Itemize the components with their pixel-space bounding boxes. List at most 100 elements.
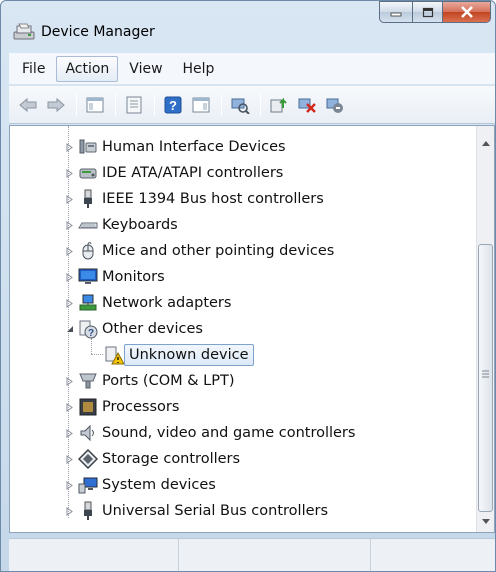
help-button[interactable]: ? bbox=[160, 92, 186, 118]
scrollbar-thumb[interactable] bbox=[478, 244, 493, 512]
tree-item-label: Storage controllers bbox=[102, 451, 241, 467]
device-tree: Human Interface Devices IDE ATA/ATAPI co… bbox=[10, 126, 476, 532]
tree-item-other-devices[interactable]: ? Other devices bbox=[10, 316, 476, 342]
forward-icon bbox=[47, 97, 65, 112]
device-tree-pane: Human Interface Devices IDE ATA/ATAPI co… bbox=[9, 125, 495, 533]
hid-icon bbox=[78, 137, 98, 157]
vertical-scrollbar[interactable] bbox=[476, 126, 494, 532]
tree-item-monitors[interactable]: Monitors bbox=[10, 264, 476, 290]
toolbar-separator bbox=[76, 93, 77, 116]
tree-item-label: Sound, video and game controllers bbox=[102, 425, 356, 441]
uninstall-button[interactable] bbox=[294, 92, 320, 118]
device-manager-window: Device Manager File Action View Help ? H… bbox=[0, 0, 496, 572]
grip-icon bbox=[482, 370, 489, 378]
menu-file[interactable]: File bbox=[13, 56, 54, 82]
close-icon bbox=[460, 6, 473, 18]
toolbar: ? bbox=[9, 86, 495, 124]
maximize-button[interactable] bbox=[413, 1, 443, 23]
title-bar[interactable]: Device Manager bbox=[1, 1, 495, 47]
expand-arrow-icon[interactable] bbox=[65, 194, 75, 204]
show-hide-console-tree-button[interactable] bbox=[82, 92, 108, 118]
status-panel bbox=[179, 539, 371, 571]
expand-arrow-icon[interactable] bbox=[65, 272, 75, 282]
tree-item-ide-ata-atapi-controllers[interactable]: IDE ATA/ATAPI controllers bbox=[10, 160, 476, 186]
back-button[interactable] bbox=[15, 92, 41, 118]
properties-button[interactable] bbox=[121, 92, 147, 118]
tree-item-label: Monitors bbox=[102, 269, 165, 285]
tree-item-unknown-device[interactable]: Unknown device bbox=[10, 342, 476, 368]
tree-item-network-adapters[interactable]: Network adapters bbox=[10, 290, 476, 316]
network-adapter-icon bbox=[78, 293, 98, 313]
toolbar-separator bbox=[221, 93, 222, 116]
enable-device-button[interactable] bbox=[322, 92, 348, 118]
tree-item-keyboards[interactable]: Keyboards bbox=[10, 212, 476, 238]
action-pane-icon bbox=[192, 97, 210, 112]
toolbar-separator bbox=[260, 93, 261, 116]
expand-arrow-icon[interactable] bbox=[65, 142, 75, 152]
scroll-down-button[interactable] bbox=[477, 512, 494, 530]
menu-help[interactable]: Help bbox=[174, 56, 224, 82]
ieee1394-icon bbox=[78, 189, 98, 209]
tree-item-sound-video-and-game-controllers[interactable]: Sound, video and game controllers bbox=[10, 420, 476, 446]
tree-item-ieee-1394-bus-host-controllers[interactable]: IEEE 1394 Bus host controllers bbox=[10, 186, 476, 212]
expand-arrow-icon[interactable] bbox=[65, 480, 75, 490]
tree-item-human-interface-devices[interactable]: Human Interface Devices bbox=[10, 134, 476, 160]
properties-icon bbox=[126, 96, 142, 113]
tree-item-system-devices[interactable]: System devices bbox=[10, 472, 476, 498]
tree-item-label: IDE ATA/ATAPI controllers bbox=[102, 165, 284, 181]
scan-hardware-button[interactable] bbox=[227, 92, 253, 118]
tree-item-label: Mice and other pointing devices bbox=[102, 243, 335, 259]
enable-device-icon bbox=[326, 98, 343, 113]
menu-bar: File Action View Help bbox=[9, 53, 495, 85]
close-button[interactable] bbox=[443, 1, 491, 23]
device-manager-app-icon bbox=[13, 23, 35, 41]
mouse-icon bbox=[78, 241, 98, 261]
expand-arrow-icon[interactable] bbox=[65, 506, 75, 516]
keyboard-icon bbox=[78, 215, 98, 235]
unknown-device-warning-icon bbox=[104, 345, 125, 365]
scroll-down-icon bbox=[481, 518, 490, 524]
sound-icon bbox=[78, 423, 98, 443]
status-panel bbox=[9, 539, 179, 571]
collapse-arrow-icon[interactable] bbox=[65, 324, 75, 334]
scroll-up-button[interactable] bbox=[477, 134, 494, 152]
expand-arrow-icon[interactable] bbox=[65, 376, 75, 386]
menu-action[interactable]: Action bbox=[56, 55, 119, 82]
tree-item-label: Human Interface Devices bbox=[102, 139, 286, 155]
expand-arrow-icon[interactable] bbox=[65, 428, 75, 438]
expand-arrow-icon[interactable] bbox=[65, 298, 75, 308]
svg-text:?: ? bbox=[88, 328, 94, 339]
svg-text:?: ? bbox=[169, 98, 177, 113]
tree-item-label: Network adapters bbox=[102, 295, 232, 311]
tree-item-universal-serial-bus-controllers[interactable]: Universal Serial Bus controllers bbox=[10, 498, 476, 524]
tree-item-label: Unknown device bbox=[124, 344, 254, 366]
expand-arrow-icon[interactable] bbox=[65, 454, 75, 464]
minimize-icon bbox=[390, 12, 402, 17]
tree-item-label: Keyboards bbox=[102, 217, 178, 233]
expand-arrow-icon[interactable] bbox=[65, 402, 75, 412]
usb-icon bbox=[78, 501, 98, 521]
tree-item-mice-and-other-pointing-devices[interactable]: Mice and other pointing devices bbox=[10, 238, 476, 264]
expand-arrow-icon[interactable] bbox=[65, 168, 75, 178]
monitor-icon bbox=[78, 267, 98, 287]
port-icon bbox=[78, 371, 98, 391]
update-driver-button[interactable] bbox=[266, 92, 292, 118]
expand-arrow-icon[interactable] bbox=[65, 220, 75, 230]
toolbar-separator bbox=[115, 93, 116, 116]
back-icon bbox=[19, 97, 37, 112]
processor-icon bbox=[78, 397, 98, 417]
forward-button[interactable] bbox=[43, 92, 69, 118]
window-title: Device Manager bbox=[41, 24, 155, 40]
scroll-up-icon bbox=[481, 140, 490, 146]
minimize-button[interactable] bbox=[379, 1, 413, 23]
scan-hardware-icon bbox=[231, 98, 250, 114]
menu-view[interactable]: View bbox=[120, 56, 171, 82]
ide-controller-icon bbox=[78, 163, 98, 183]
show-hide-console-tree-icon bbox=[86, 97, 104, 112]
tree-item-processors[interactable]: Processors bbox=[10, 394, 476, 420]
action-pane-button[interactable] bbox=[188, 92, 214, 118]
expand-arrow-icon[interactable] bbox=[65, 246, 75, 256]
tree-item-storage-controllers[interactable]: Storage controllers bbox=[10, 446, 476, 472]
tree-item-label: Universal Serial Bus controllers bbox=[102, 503, 329, 519]
tree-item-ports-com-lpt[interactable]: Ports (COM & LPT) bbox=[10, 368, 476, 394]
